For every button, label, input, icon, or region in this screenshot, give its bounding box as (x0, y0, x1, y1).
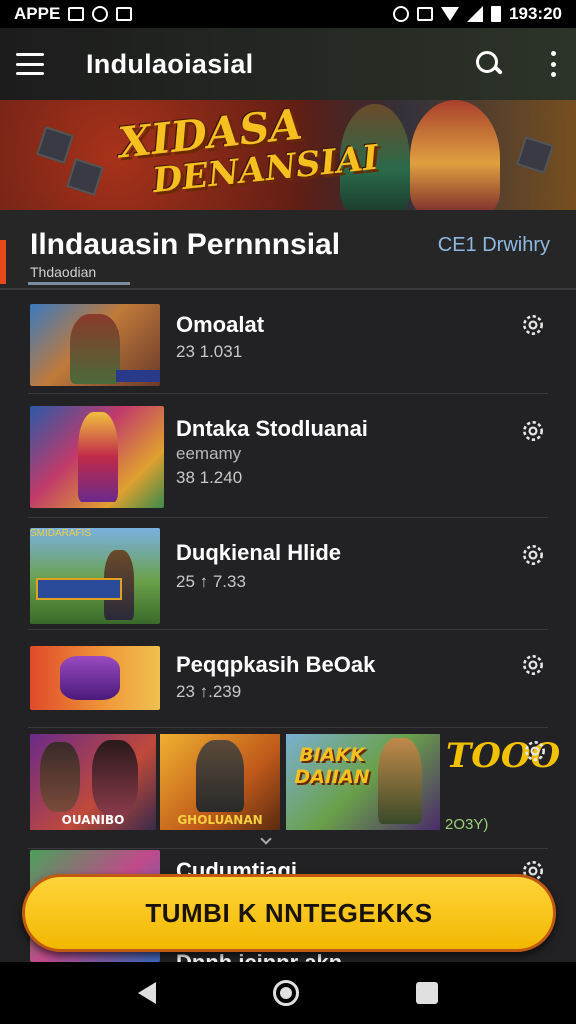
search-icon[interactable] (474, 49, 504, 79)
cube-decoration (36, 126, 74, 164)
strip-value: 2O3Y) (445, 816, 489, 833)
item-thumbnail (30, 406, 164, 508)
thumbnail-label: SMIDARAFIS (30, 528, 92, 539)
gear-icon[interactable] (522, 738, 548, 764)
cube-decoration (516, 136, 554, 174)
status-left-label: APPE (14, 4, 61, 23)
section-title: Ilndauasin Pernnnsial (30, 228, 341, 261)
section-header: Ilndauasin Pernnnsial Thdaodian CE1 Drwi… (0, 210, 576, 290)
cta-label: TUMBI K NNTEGEKKS (145, 897, 433, 928)
item-subtitle: eemamy (176, 444, 242, 463)
more-vert-icon[interactable] (548, 51, 558, 77)
item-thumbnail (30, 304, 160, 386)
recents-icon[interactable] (415, 982, 438, 1004)
back-icon[interactable] (138, 982, 157, 1004)
cube-decoration (66, 158, 104, 196)
status-bar: APPE 193:20 (0, 0, 576, 28)
status-time: 193:20 (509, 4, 562, 23)
chevron-down-icon[interactable] (260, 833, 272, 845)
section-link[interactable]: CE1 Drwihry (438, 234, 550, 257)
section-subtitle: Thdaodian (30, 264, 97, 280)
list-item[interactable]: Peqqpkasih BeOak 23 ↑.239 (0, 630, 576, 728)
circle-icon (92, 6, 109, 22)
wifi-icon (441, 7, 460, 21)
featured-strip: OUANIBO GHOLUANAN BIAKK DAIIAN TOOO 2O3Y… (28, 730, 560, 833)
image-icon (68, 7, 85, 21)
vibrate-icon (417, 7, 434, 21)
item-thumbnail (30, 646, 160, 710)
item-meta: 25 ↑ 7.33 (176, 572, 246, 591)
promo-banner[interactable]: XIDASA DENANSIAI (0, 100, 576, 210)
sync-icon (393, 6, 410, 22)
strip-card-label: BIAKK DAIIAN (294, 744, 370, 788)
item-title: Duqkienal Hlide (176, 540, 342, 565)
list-item[interactable]: Dntaka Stodluanai eemamy 38 1.240 (0, 394, 576, 518)
item-list: Omoalat 23 1.031 Dntaka Stodluanai eemam… (0, 290, 576, 962)
signal-icon (467, 6, 484, 22)
battery-icon (491, 6, 502, 22)
primary-cta-button[interactable]: TUMBI K NNTEGEKKS (22, 874, 556, 952)
app-title: Indulaoiasial (86, 48, 254, 79)
gear-icon[interactable] (520, 418, 546, 444)
strip-card[interactable]: BIAKK DAIIAN (286, 734, 440, 830)
row-divider (28, 727, 548, 728)
list-item[interactable]: Omoalat 23 1.031 (0, 290, 576, 394)
home-icon[interactable] (272, 980, 299, 1006)
item-thumbnail: SMIDARAFIS (30, 528, 160, 624)
strip-card[interactable]: OUANIBO (30, 734, 156, 830)
menu-icon[interactable] (16, 53, 44, 75)
item-meta: 23 1.031 (176, 342, 243, 361)
item-title: Peqqpkasih BeOak (176, 652, 376, 677)
gear-icon[interactable] (520, 652, 546, 678)
strip-card-label: OUANIBO (61, 813, 125, 827)
item-meta: 38 1.240 (176, 468, 243, 487)
gear-icon[interactable] (520, 312, 546, 338)
list-item[interactable]: SMIDARAFIS Duqkienal Hlide 25 ↑ 7.33 (0, 518, 576, 630)
app-bar: Indulaoiasial (0, 28, 576, 100)
item-meta: 23 ↑.239 (176, 682, 242, 701)
system-nav-bar (0, 962, 576, 1024)
strip-card-label: GHOLUANAN (177, 813, 263, 827)
item-title: Omoalat (176, 312, 265, 337)
strip-card[interactable]: GHOLUANAN (160, 734, 280, 830)
item-title: Dntaka Stodluanai (176, 416, 368, 441)
hero-illustration (410, 100, 500, 210)
section-accent (0, 240, 6, 284)
row-divider (28, 848, 548, 849)
gear-icon[interactable] (520, 542, 546, 568)
box-icon (116, 7, 133, 21)
section-underline (28, 282, 130, 285)
